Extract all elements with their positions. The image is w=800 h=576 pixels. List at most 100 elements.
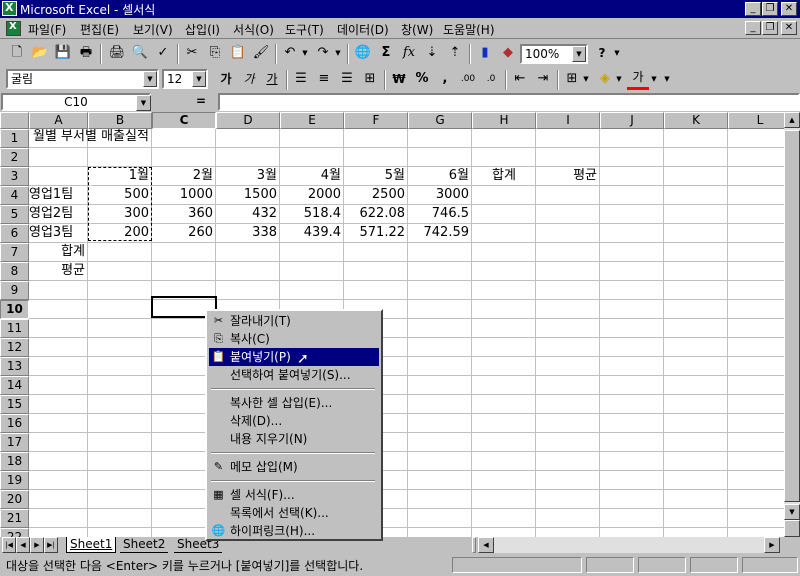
menu-view[interactable]: 보기(V) [133,21,173,37]
help-dropdown-icon[interactable]: ▼ [612,43,622,65]
sort-descending-icon[interactable]: ⇡ [444,43,466,65]
value-cell[interactable]: 3000 [408,186,469,204]
row-header-21[interactable]: 21 [0,509,29,528]
menu-item-insert-copied-cells[interactable]: 복사한 셀 삽입(E)... [209,394,379,412]
menu-window[interactable]: 창(W) [401,21,433,37]
increase-indent-icon[interactable]: ⇥ [532,69,554,91]
team-name-2[interactable]: 영업2팀 [29,205,73,223]
row-header-14[interactable]: 14 [0,376,29,395]
percent-style-button[interactable]: % [411,69,433,91]
currency-style-button[interactable]: ₩ [388,69,410,91]
doc-restore-button[interactable]: ❐ [762,21,778,35]
row-header-1[interactable]: 1 [0,129,29,148]
font-name-combobox[interactable]: 굴림 ▼ [6,69,159,89]
average-label[interactable]: 평균 [29,262,85,280]
row-header-3[interactable]: 3 [0,167,29,186]
column-header-d[interactable]: D [216,112,280,129]
column-header-k[interactable]: K [664,112,728,129]
name-box[interactable]: C10 [1,93,151,111]
menu-item-insert-comment[interactable]: ✎ 메모 삽입(M) [209,458,379,476]
row-header-5[interactable]: 5 [0,205,29,224]
scroll-up-icon[interactable]: ▲ [784,112,800,128]
row-header-10[interactable]: 10 [0,300,29,319]
menu-format[interactable]: 서식(O) [233,21,274,37]
doc-minimize-button[interactable]: _ [745,21,761,35]
value-cell[interactable]: 500 [88,186,149,204]
header-month-2[interactable]: 2월 [152,167,213,185]
row-header-22[interactable]: 22 [0,528,29,537]
font-size-combobox[interactable]: 12 ▼ [162,69,208,89]
row-header-16[interactable]: 16 [0,414,29,433]
toolbar-options-icon[interactable]: ▼ [662,69,672,91]
formula-input[interactable] [218,93,800,111]
value-cell[interactable]: 518.4 [280,205,341,223]
value-cell[interactable]: 2000 [280,186,341,204]
column-header-h[interactable]: H [472,112,536,129]
row-header-12[interactable]: 12 [0,338,29,357]
paste-icon[interactable]: 📋 [227,43,249,65]
decrease-decimal-button[interactable]: .0 [480,69,502,91]
sheet-title[interactable]: 월별 부서별 매출실적 [33,128,149,146]
font-size-dropdown-icon[interactable]: ▼ [192,71,206,87]
value-cell[interactable]: 571.22 [344,224,406,242]
menu-item-copy[interactable]: ⎘ 복사(C) [209,330,379,348]
row-header-17[interactable]: 17 [0,433,29,452]
menu-tools[interactable]: 도구(T) [285,21,324,37]
menu-item-delete[interactable]: 삭제(D)... [209,412,379,430]
vertical-scrollbar[interactable]: ▲ ▼ [784,112,800,537]
scroll-right-icon[interactable]: ▶ [764,537,780,553]
minimize-button[interactable]: _ [745,2,761,16]
header-average[interactable]: 평균 [536,167,600,185]
next-sheet-icon[interactable]: ▶ [30,537,44,553]
first-sheet-icon[interactable]: |◀ [2,537,16,553]
spelling-icon[interactable]: ✓ [152,43,174,65]
sheet-tab-1[interactable]: Sheet1 [66,537,117,553]
scroll-left-icon[interactable]: ◀ [478,537,494,553]
value-cell[interactable]: 1000 [152,186,213,204]
column-header-l[interactable]: L [728,112,784,129]
row-header-7[interactable]: 7 [0,243,29,262]
maximize-button[interactable]: ❐ [762,2,778,16]
align-right-icon[interactable]: ☰ [336,69,358,91]
font-name-dropdown-icon[interactable]: ▼ [143,71,157,87]
menu-file[interactable]: 파일(F) [28,21,66,37]
value-cell[interactable]: 338 [216,224,277,242]
column-header-e[interactable]: E [280,112,344,129]
align-center-icon[interactable]: ≡ [313,69,335,91]
value-cell[interactable]: 2500 [344,186,405,204]
row-header-2[interactable]: 2 [0,148,29,167]
doc-close-button[interactable]: ✕ [781,21,797,35]
value-cell[interactable]: 300 [88,205,149,223]
autosum-icon[interactable]: Σ [375,43,397,65]
menu-data[interactable]: 데이터(D) [337,21,389,37]
header-month-6[interactable]: 6월 [408,167,469,185]
bold-button[interactable]: 가 [215,69,237,91]
preview-magnifier-icon[interactable]: 🔍 [129,43,151,65]
split-box[interactable] [784,520,800,537]
print-preview-icon[interactable]: 🖨 [106,43,128,65]
hyperlink-globe-icon[interactable]: 🌐 [352,43,374,65]
column-header-f[interactable]: F [344,112,408,129]
zoom-combobox[interactable]: 100% ▼ [520,44,588,64]
undo-icon[interactable]: ↶ [279,43,301,65]
header-month-4[interactable]: 4월 [280,167,341,185]
increase-decimal-button[interactable]: .00 [457,69,479,91]
sheet-tab-2[interactable]: Sheet2 [120,537,169,553]
row-header-15[interactable]: 15 [0,395,29,414]
zoom-dropdown-icon[interactable]: ▼ [572,46,586,62]
function-wizard-icon[interactable]: fx [398,43,420,65]
font-color-dropdown-icon[interactable]: ▼ [649,69,659,91]
horizontal-scroll-track[interactable] [494,537,764,553]
open-folder-icon[interactable]: 📂 [29,43,51,65]
font-color-button[interactable]: 가 [627,69,649,90]
team-name-3[interactable]: 영업3팀 [29,224,73,242]
name-box-dropdown-icon[interactable]: ▼ [136,95,151,111]
menu-help[interactable]: 도움말(H) [443,21,495,37]
column-header-j[interactable]: J [600,112,664,129]
decrease-indent-icon[interactable]: ⇤ [509,69,531,91]
align-left-icon[interactable]: ☰ [290,69,312,91]
value-cell[interactable]: 622.08 [344,205,406,223]
prev-sheet-icon[interactable]: ◀ [16,537,30,553]
merge-center-icon[interactable]: ⊞ [359,69,381,91]
column-header-c[interactable]: C [152,112,216,129]
